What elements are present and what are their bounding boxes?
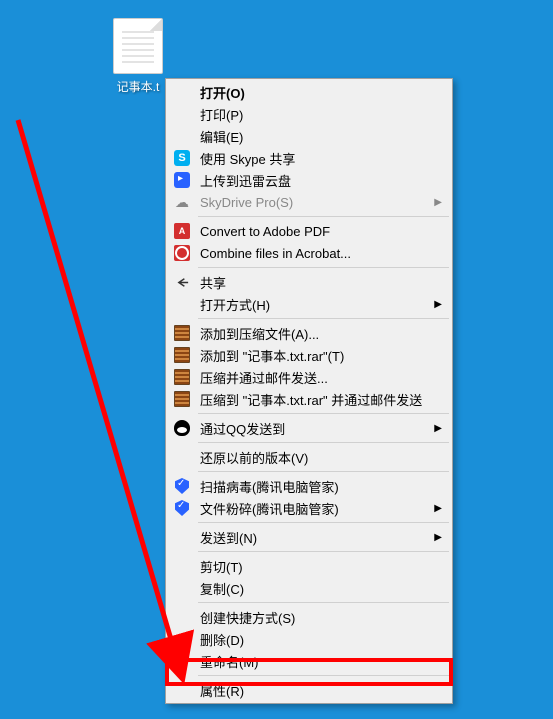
rar-icon [172,390,192,408]
menu-scan-virus[interactable]: 扫描病毒(腾讯电脑管家) [168,475,450,497]
menu-rar-email[interactable]: 压缩到 "记事本.txt.rar" 并通过邮件发送 [168,388,450,410]
skype-icon: S [172,149,192,167]
rar-icon [172,368,192,386]
blank-icon [172,579,192,597]
blank-icon [172,608,192,626]
menu-thunder-upload[interactable]: 上传到迅雷云盘 [168,169,450,191]
separator [198,216,449,217]
separator [198,413,449,414]
menu-edit[interactable]: 编辑(E) [168,125,450,147]
blank-icon [172,127,192,145]
blank-icon [172,83,192,101]
separator [198,442,449,443]
menu-qq-send[interactable]: 通过QQ发送到 ▶ [168,417,450,439]
menu-skydrive[interactable]: ☁ SkyDrive Pro(S) ▶ [168,191,450,213]
menu-print[interactable]: 打印(P) [168,103,450,125]
menu-open-with[interactable]: 打开方式(H) ▶ [168,293,450,315]
menu-convert-pdf[interactable]: A Convert to Adobe PDF [168,220,450,242]
menu-restore-versions[interactable]: 还原以前的版本(V) [168,446,450,468]
menu-add-to-zip[interactable]: 添加到压缩文件(A)... [168,322,450,344]
separator [198,675,449,676]
file-label: 记事本.t [106,78,170,95]
separator [198,551,449,552]
context-menu: 打开(O) 打印(P) 编辑(E) S 使用 Skype 共享 上传到迅雷云盘 … [165,78,453,704]
chevron-right-icon: ▶ [434,299,442,310]
menu-share[interactable]: 共享 [168,271,450,293]
acrobat-icon [172,244,192,262]
rar-icon [172,324,192,342]
menu-delete[interactable]: 删除(D) [168,628,450,650]
separator [198,318,449,319]
blank-icon [172,652,192,670]
text-file-icon [113,18,163,74]
chevron-right-icon: ▶ [434,532,442,543]
pdf-icon: A [172,222,192,240]
menu-file-shred[interactable]: 文件粉碎(腾讯电脑管家) ▶ [168,497,450,519]
menu-open[interactable]: 打开(O) [168,81,450,103]
separator [198,471,449,472]
blank-icon [172,105,192,123]
blank-icon [172,528,192,546]
menu-zip-email[interactable]: 压缩并通过邮件发送... [168,366,450,388]
menu-properties[interactable]: 属性(R) [168,679,450,701]
menu-copy[interactable]: 复制(C) [168,577,450,599]
separator [198,267,449,268]
menu-skype-share[interactable]: S 使用 Skype 共享 [168,147,450,169]
separator [198,602,449,603]
menu-combine-acrobat[interactable]: Combine files in Acrobat... [168,242,450,264]
blank-icon [172,557,192,575]
blank-icon [172,681,192,699]
chevron-right-icon: ▶ [434,503,442,514]
blank-icon [172,295,192,313]
blank-icon [172,448,192,466]
shield-icon [172,477,192,495]
thunder-icon [172,171,192,189]
chevron-right-icon: ▶ [434,423,442,434]
cloud-icon: ☁ [172,193,192,211]
menu-create-shortcut[interactable]: 创建快捷方式(S) [168,606,450,628]
rar-icon [172,346,192,364]
menu-send-to[interactable]: 发送到(N) ▶ [168,526,450,548]
menu-add-to-rar[interactable]: 添加到 "记事本.txt.rar"(T) [168,344,450,366]
shield-icon [172,499,192,517]
menu-cut[interactable]: 剪切(T) [168,555,450,577]
desktop-file[interactable]: 记事本.t [106,18,170,95]
blank-icon [172,630,192,648]
share-icon [172,273,192,291]
qq-icon [172,419,192,437]
chevron-right-icon: ▶ [434,197,442,208]
menu-rename[interactable]: 重命名(M) [168,650,450,672]
separator [198,522,449,523]
